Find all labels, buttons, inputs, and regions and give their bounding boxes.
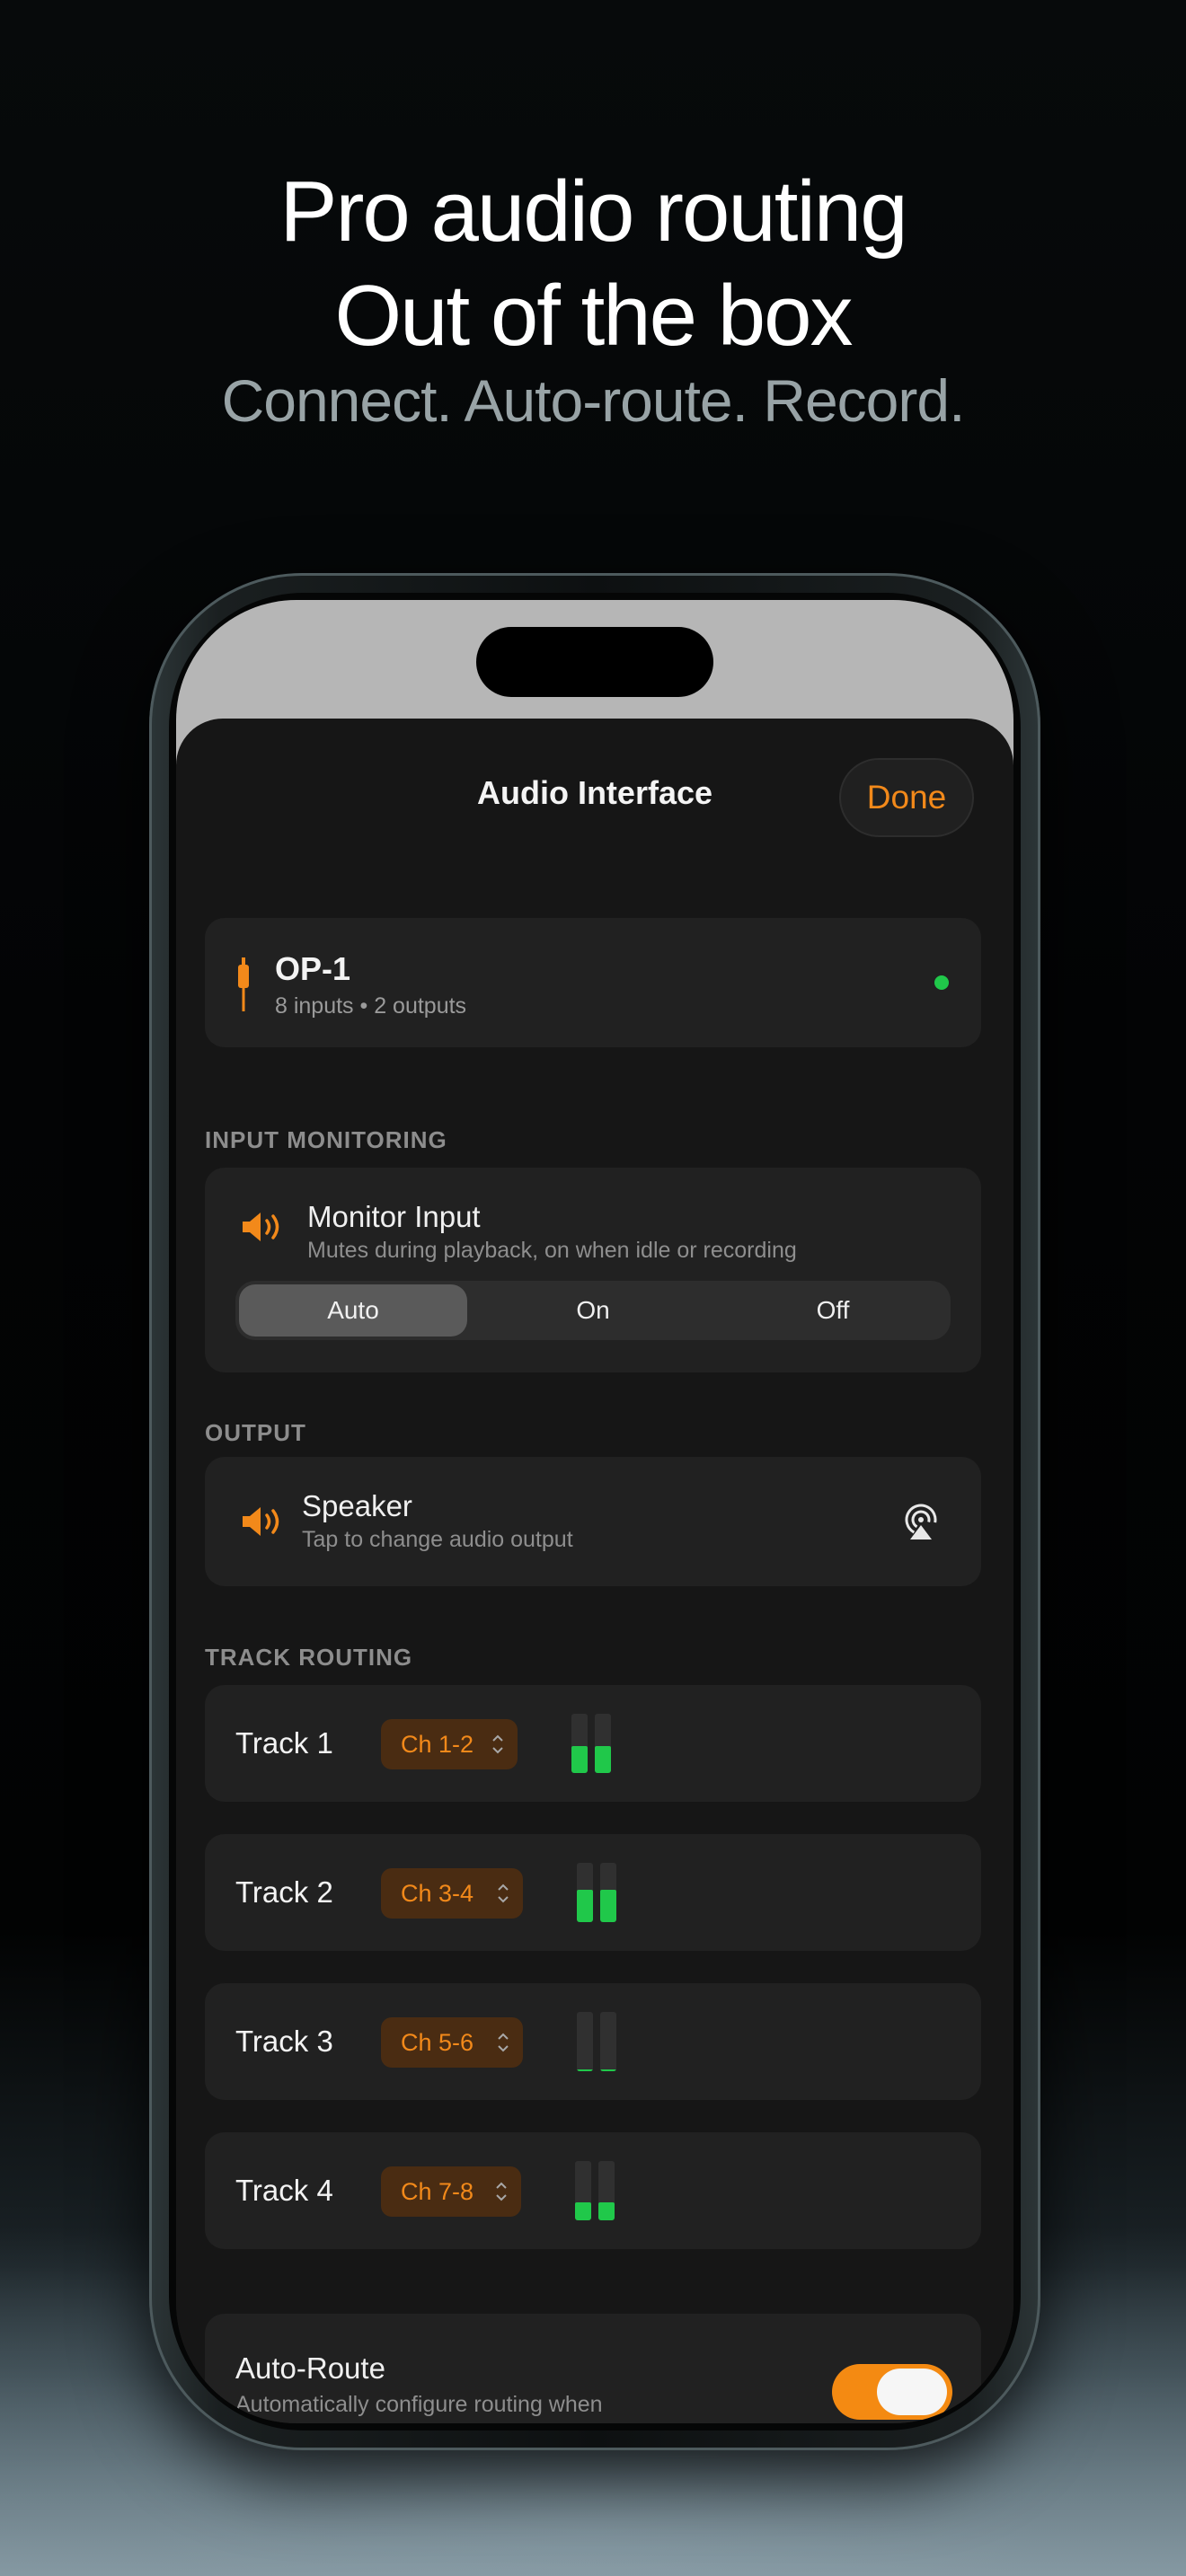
level-meter (571, 1714, 613, 1773)
segment-auto[interactable]: Auto (239, 1284, 467, 1337)
track-label: Track 1 (235, 1726, 333, 1760)
connection-status-dot (934, 975, 949, 990)
cable-plug-icon (238, 957, 249, 1011)
auto-route-card: Auto-Route Automatically configure routi… (205, 2314, 981, 2423)
channel-selector-chip[interactable]: Ch 3-4 (381, 1868, 523, 1919)
device-io-count: 8 inputs • 2 outputs (275, 993, 467, 1019)
meter-fill-right (600, 2069, 616, 2071)
segment-off[interactable]: Off (719, 1284, 947, 1337)
auto-route-title: Auto-Route (235, 2351, 385, 2385)
input-monitoring-card: Monitor Input Mutes during playback, on … (205, 1168, 981, 1372)
headline-line-1: Pro audio routing (279, 163, 907, 260)
segment-on[interactable]: On (479, 1284, 707, 1337)
section-label-input-monitoring: INPUT MONITORING (205, 1126, 447, 1153)
monitor-mode-segmented-control: Auto On Off (235, 1281, 951, 1340)
chevron-up-down-icon (496, 2182, 507, 2201)
monitor-input-subtitle: Mutes during playback, on when idle or r… (307, 1238, 797, 1263)
track-row-3: Track 3 Ch 5-6 (205, 1983, 981, 2100)
channel-label: Ch 3-4 (401, 1880, 474, 1907)
meter-fill-right (598, 2202, 615, 2220)
track-label: Track 4 (235, 2174, 333, 2207)
channel-selector-chip[interactable]: Ch 5-6 (381, 2017, 523, 2068)
phone-screen: Audio Interface Done OP-1 8 inputs • 2 o… (176, 600, 1013, 2423)
channel-selector-chip[interactable]: Ch 7-8 (381, 2166, 521, 2217)
level-meter (577, 1863, 618, 1922)
chevron-up-down-icon (492, 1734, 503, 1754)
meter-fill-left (571, 1746, 588, 1773)
subheadline: Connect. Auto-route. Record. (221, 367, 966, 434)
channel-label: Ch 7-8 (401, 2178, 474, 2205)
auto-route-toggle[interactable] (832, 2364, 952, 2420)
output-card[interactable]: Speaker Tap to change audio output (205, 1457, 981, 1586)
device-card[interactable]: OP-1 8 inputs • 2 outputs (205, 918, 981, 1047)
device-name: OP-1 (275, 950, 351, 987)
section-label-track-routing: TRACK ROUTING (205, 1644, 413, 1671)
auto-route-subtitle: Automatically configure routing when int… (235, 2392, 603, 2423)
track-label: Track 3 (235, 2025, 333, 2058)
headline-line-2: Out of the box (334, 268, 853, 364)
channel-label: Ch 1-2 (401, 1731, 474, 1758)
meter-fill-left (575, 2202, 591, 2220)
chevron-up-down-icon (498, 2033, 509, 2052)
marketing-headline: Pro audio routing Out of the box Connect… (0, 160, 1186, 437)
meter-fill-right (595, 1746, 611, 1773)
track-label: Track 2 (235, 1875, 333, 1909)
meter-fill-left (577, 1890, 593, 1922)
output-device-subtitle: Tap to change audio output (302, 1527, 573, 1552)
speaker-icon (243, 1507, 279, 1536)
meter-fill-right (600, 1890, 616, 1922)
monitor-input-title: Monitor Input (307, 1200, 481, 1233)
audio-interface-sheet: Audio Interface Done OP-1 8 inputs • 2 o… (176, 719, 1013, 2423)
channel-label: Ch 5-6 (401, 2029, 474, 2056)
channel-selector-chip[interactable]: Ch 1-2 (381, 1719, 518, 1769)
meter-fill-left (577, 2069, 593, 2071)
done-button[interactable]: Done (839, 758, 974, 837)
airplay-icon[interactable] (902, 1504, 940, 1541)
speaker-icon (243, 1213, 279, 1241)
dynamic-island (476, 627, 713, 697)
section-label-output: OUTPUT (205, 1419, 306, 1446)
track-row-2: Track 2 Ch 3-4 (205, 1834, 981, 1951)
track-row-1: Track 1 Ch 1-2 (205, 1685, 981, 1802)
output-device-title: Speaker (302, 1489, 412, 1522)
track-row-4: Track 4 Ch 7-8 (205, 2132, 981, 2249)
level-meter (577, 2012, 618, 2071)
level-meter (575, 2161, 616, 2220)
chevron-up-down-icon (498, 1883, 509, 1903)
toggle-knob (877, 2369, 947, 2415)
